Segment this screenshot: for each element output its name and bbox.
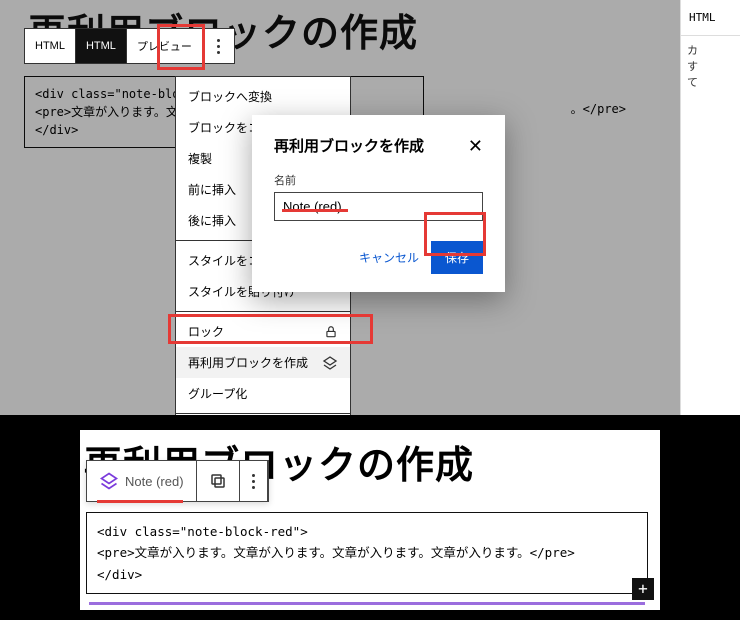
highlight-underline bbox=[97, 500, 183, 503]
name-label: 名前 bbox=[274, 172, 483, 188]
toolbar-preview-button[interactable]: プレビュー bbox=[127, 29, 203, 63]
sidebar-text: て bbox=[687, 74, 734, 90]
sidebar-tab-html[interactable]: HTML bbox=[683, 11, 722, 24]
create-reusable-modal: 再利用ブロックを作成 ✕ 名前 キャンセル 保存 bbox=[252, 115, 505, 292]
code-tail: 。</pre> bbox=[571, 100, 626, 117]
cancel-button[interactable]: キャンセル bbox=[355, 243, 423, 272]
toolbar-html-active-button[interactable]: HTML bbox=[76, 29, 127, 63]
toolbar-more-button[interactable] bbox=[203, 29, 234, 63]
close-icon[interactable]: ✕ bbox=[468, 137, 483, 155]
menu-group[interactable]: グループ化 bbox=[176, 378, 350, 409]
name-input[interactable] bbox=[274, 192, 483, 221]
reusable-block-indicator[interactable]: Note (red) bbox=[87, 461, 197, 501]
reusable-block-toolbar: Note (red) bbox=[86, 460, 269, 502]
menu-lock[interactable]: ロック bbox=[176, 316, 350, 347]
code-line: <div class="note-block-red"> bbox=[97, 521, 637, 542]
highlight-underline bbox=[282, 209, 348, 212]
toolbar-more-button[interactable] bbox=[240, 461, 268, 501]
save-button[interactable]: 保存 bbox=[431, 241, 483, 274]
reusable-icon bbox=[99, 471, 119, 491]
copy-icon bbox=[209, 472, 227, 490]
lock-icon bbox=[324, 325, 338, 339]
block-toolbar: HTML HTML プレビュー bbox=[24, 28, 235, 64]
sidebar-panel: HTML カ す て bbox=[680, 0, 740, 415]
code-line: </div> bbox=[97, 564, 637, 585]
more-icon bbox=[217, 39, 220, 54]
copy-button[interactable] bbox=[197, 461, 240, 501]
menu-create-reusable[interactable]: 再利用ブロックを作成 bbox=[176, 347, 350, 378]
modal-title: 再利用ブロックを作成 bbox=[274, 135, 424, 156]
sidebar-text: す bbox=[687, 58, 734, 74]
reusable-icon bbox=[322, 355, 338, 371]
more-icon bbox=[252, 474, 255, 489]
reusable-block-name: Note (red) bbox=[125, 474, 184, 489]
code-line: <pre>文章が入ります。文章が入ります。文章が入ります。文章が入ります。</p… bbox=[97, 542, 637, 563]
toolbar-html-button[interactable]: HTML bbox=[25, 29, 76, 63]
plus-icon: + bbox=[638, 575, 648, 602]
block-selection-marker bbox=[89, 602, 645, 605]
sidebar-text: カ bbox=[687, 42, 734, 58]
menu-transform-block[interactable]: ブロックへ変換 bbox=[176, 81, 350, 112]
add-block-button[interactable]: + bbox=[632, 578, 654, 600]
html-code-block[interactable]: <div class="note-block-red"> <pre>文章が入りま… bbox=[86, 512, 648, 594]
